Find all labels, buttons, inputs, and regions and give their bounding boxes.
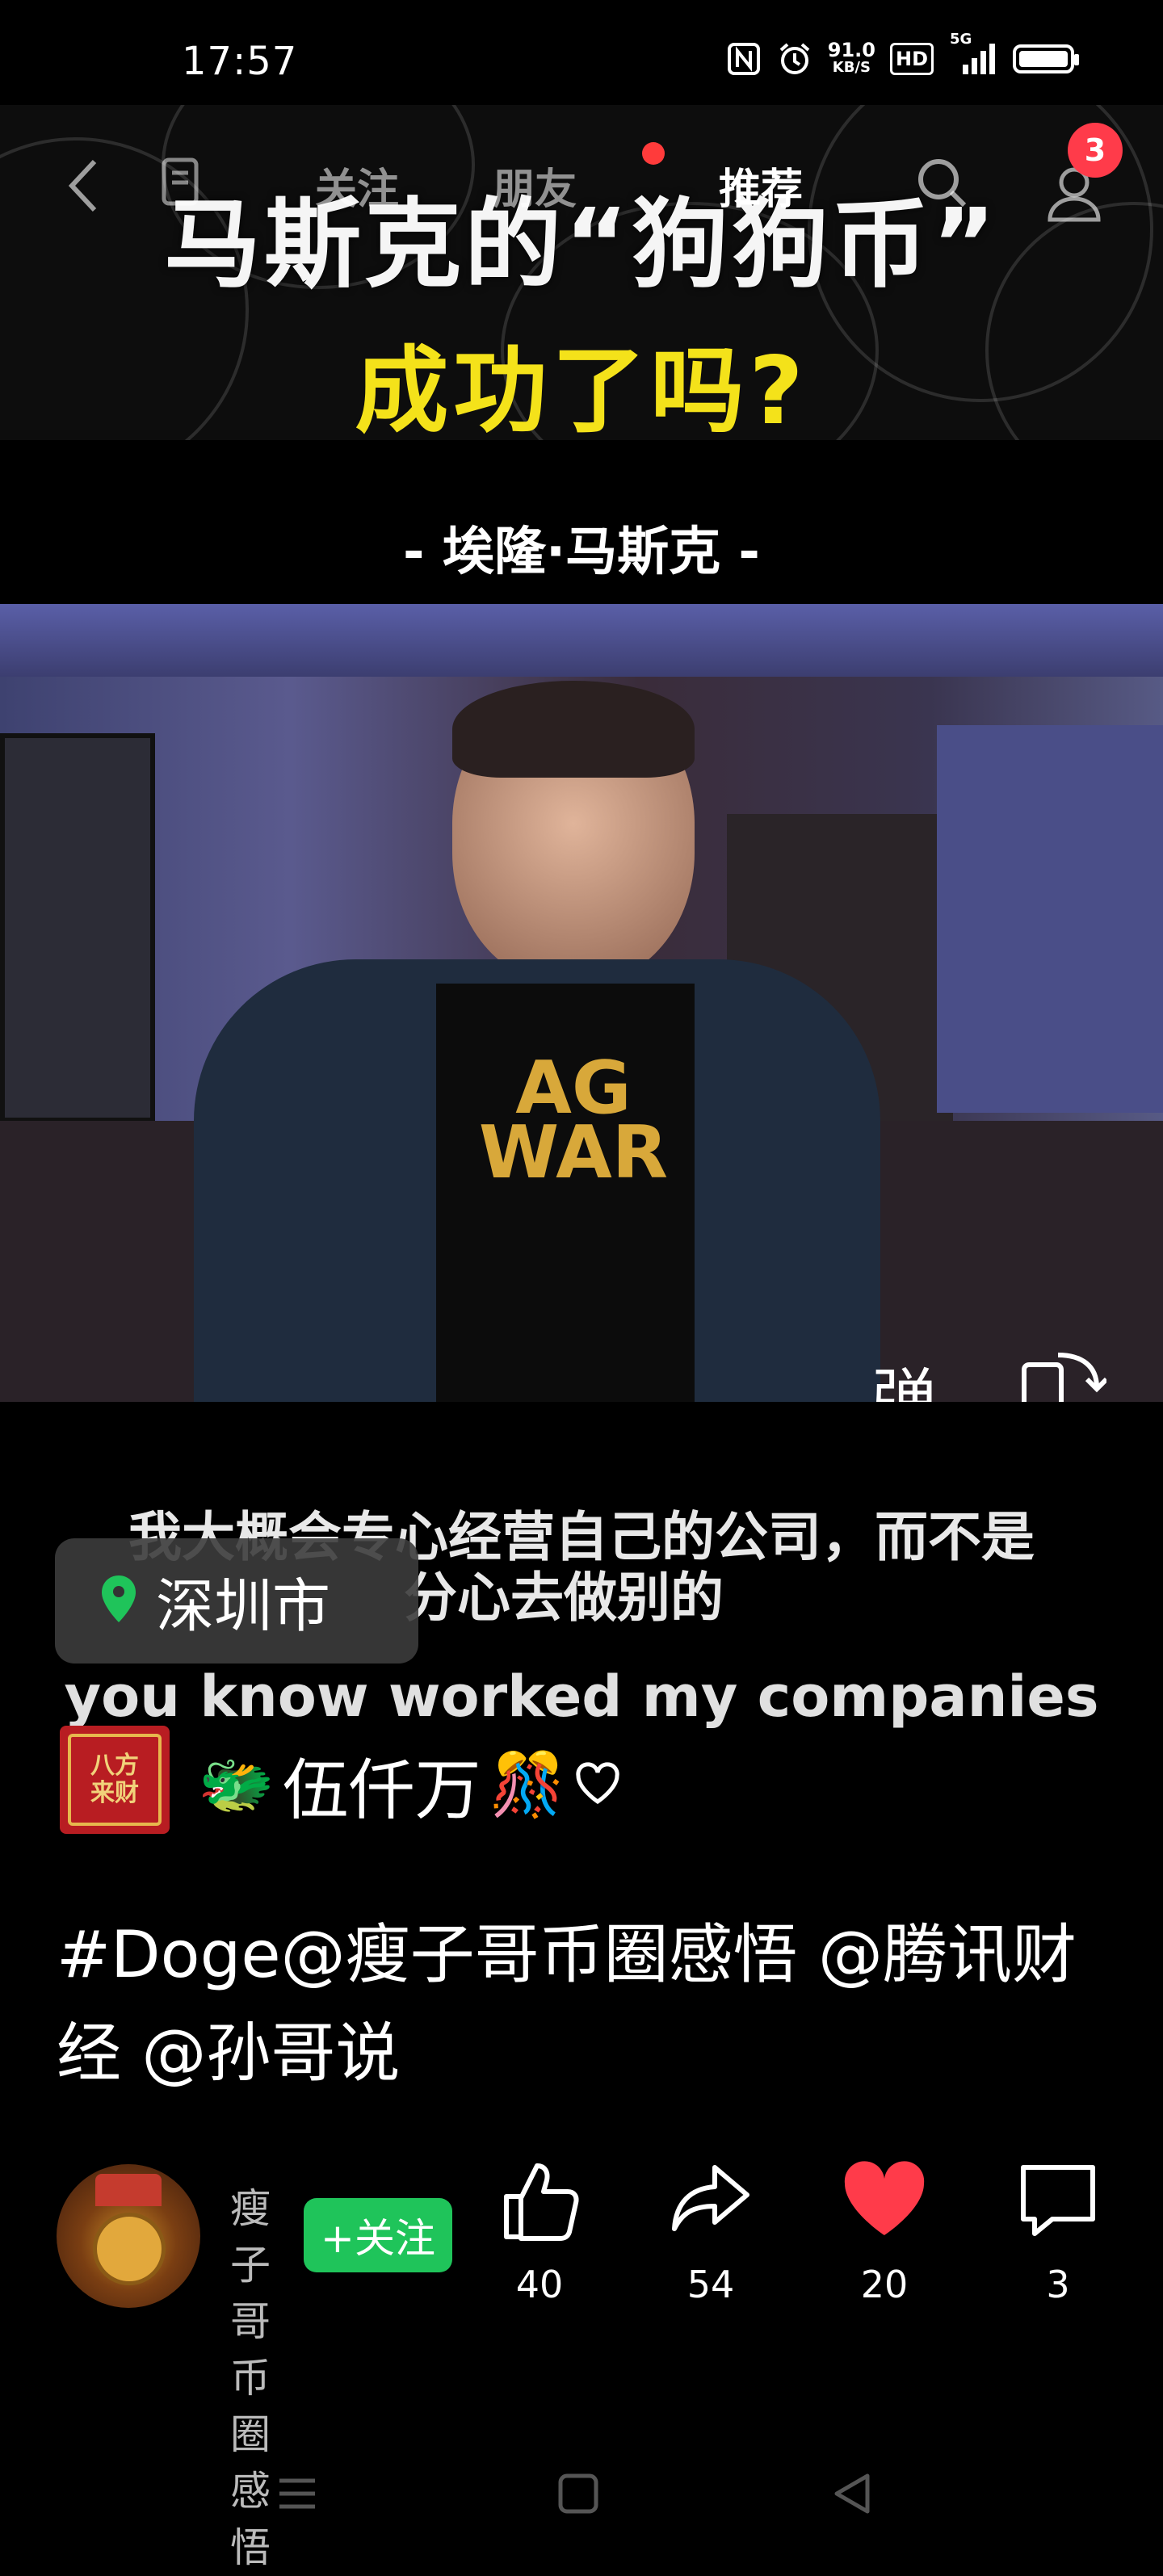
video-wall-painting — [0, 733, 155, 1122]
video-speaker-caption: - 埃隆·马斯克 - — [403, 522, 760, 582]
share-icon — [654, 2156, 767, 2245]
net-speed: 91.0 KB/S — [827, 39, 875, 77]
net-speed-value: 91.0 — [827, 39, 875, 61]
search-icon[interactable] — [913, 153, 972, 216]
hd-icon: HD — [889, 43, 934, 75]
video-ceiling — [0, 604, 1163, 677]
tab-friends[interactable]: 朋友 — [493, 155, 577, 216]
location-tag[interactable]: 深圳市 — [55, 1538, 418, 1663]
thumbs-up-icon — [483, 2156, 596, 2245]
avatar-crown — [95, 2174, 162, 2206]
dragon-emoji-icon: 🐲 — [198, 1747, 275, 1820]
music-cover[interactable]: 八方 来财 — [60, 1726, 170, 1834]
avatar-coin — [93, 2213, 166, 2285]
status-time: 17:57 — [182, 39, 298, 84]
like-action[interactable]: 40 — [483, 2156, 596, 2306]
rotate-screen-icon[interactable] — [1018, 1347, 1109, 1402]
tab-following[interactable]: 关注 — [315, 155, 399, 216]
comment-action[interactable]: 3 — [1001, 2156, 1115, 2306]
status-bar: 17:57 91.0 KB/S HD 5G — [0, 0, 1163, 121]
top-nav: 关注 朋友 推荐 — [0, 137, 1163, 234]
status-icons: 91.0 KB/S HD 5G — [726, 31, 1079, 78]
follow-button[interactable]: +关注 — [304, 2198, 452, 2272]
menu-icon[interactable] — [157, 155, 206, 215]
video-shirt-graphic: AG WAR — [478, 1046, 669, 1195]
video-kitchen-right — [937, 725, 1163, 1113]
share-action[interactable]: 54 — [654, 2156, 767, 2306]
video-headline-question: 成功了吗? — [355, 337, 808, 446]
signal-label: 5G — [950, 31, 972, 48]
author-avatar[interactable] — [57, 2164, 200, 2308]
nfc-icon — [726, 41, 762, 77]
video-frame[interactable]: AG WAR 弹 — [0, 604, 1163, 1402]
confetti-emoji-icon: 🎊 — [489, 1747, 566, 1820]
subtitle-en: you know worked my companies — [64, 1663, 1099, 1730]
location-pin-icon — [99, 1574, 138, 1629]
comment-count: 3 — [1046, 2263, 1070, 2306]
system-nav-bar — [0, 2439, 1163, 2558]
share-count: 54 — [686, 2263, 735, 2306]
tab-recommend[interactable]: 推荐 — [719, 155, 803, 216]
home-icon[interactable] — [556, 2471, 601, 2519]
recents-icon[interactable] — [275, 2471, 320, 2519]
danmaku-toggle-icon[interactable]: 弹 — [872, 1347, 937, 1402]
music-name: 伍仟万 — [282, 1752, 481, 1829]
back-icon[interactable] — [61, 153, 109, 221]
battery-icon — [1013, 44, 1079, 73]
music-cover-text: 八方 来财 — [68, 1734, 162, 1826]
video-description[interactable]: #Doge@瘦子哥币圈感悟 @腾讯财经 @孙哥说 — [57, 1906, 1123, 2103]
signal-icon: 5G — [948, 31, 998, 76]
music-heart-icon[interactable] — [573, 1746, 622, 1823]
comment-icon — [1001, 2156, 1115, 2245]
tab-new-dot — [642, 142, 665, 165]
subtitle-cn-line2: 分心去做别的 — [404, 1567, 724, 1629]
favorite-count: 20 — [860, 2263, 909, 2306]
notification-badge: 3 — [1068, 123, 1123, 178]
music-row[interactable]: 🐲 伍仟万 🎊 — [198, 1736, 622, 1832]
video-hair — [452, 681, 695, 778]
heart-filled-icon — [828, 2156, 941, 2245]
alarm-icon — [776, 40, 813, 78]
back-nav-icon[interactable] — [830, 2471, 875, 2519]
net-speed-unit: KB/S — [832, 59, 871, 76]
like-count: 40 — [515, 2263, 564, 2306]
favorite-action[interactable]: 20 — [828, 2156, 941, 2306]
location-text: 深圳市 — [156, 1572, 331, 1640]
